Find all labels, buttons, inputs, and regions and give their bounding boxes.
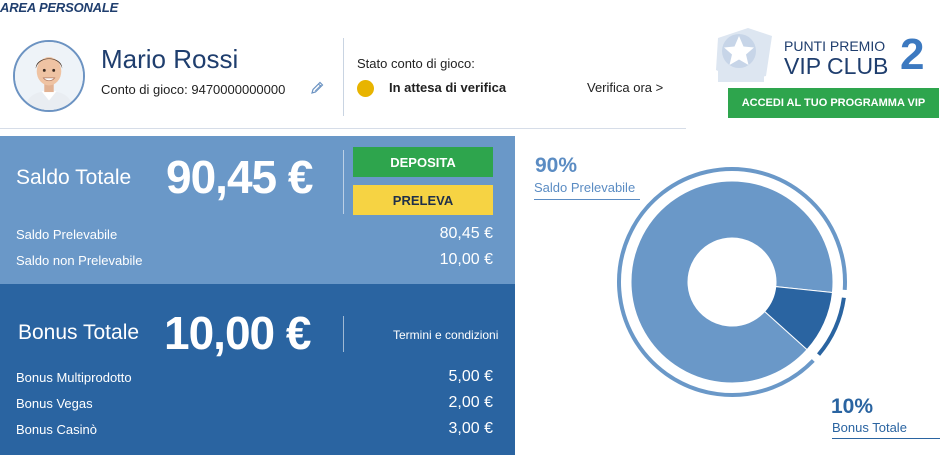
balance-donut-chart: 90% Saldo Prelevabile 10% Bonus Totale: [516, 130, 952, 457]
segment-name-label: Saldo Prelevabile: [534, 180, 636, 195]
bonus-title: Bonus Totale: [18, 321, 140, 344]
user-avatar-image: [15, 42, 83, 110]
bonus-row-value: 5,00 €: [448, 368, 493, 385]
segment-label-underline: [534, 199, 640, 200]
account-number: 9470000000000: [191, 82, 286, 97]
saldo-row-value: 80,45 €: [439, 225, 493, 242]
withdraw-button[interactable]: PRELEVA: [353, 185, 493, 215]
segment-name-label: Bonus Totale: [832, 420, 907, 435]
bonus-row-label: Bonus Casinò: [16, 422, 97, 437]
pencil-icon[interactable]: [309, 80, 325, 96]
status-value: In attesa di verifica: [389, 80, 507, 95]
bonus-amount: 10,00 €: [164, 307, 311, 359]
segment-percent-label: 90%: [535, 154, 578, 177]
bonus-row-label: Bonus Multiprodotto: [16, 370, 132, 385]
segment-percent-label: 10%: [831, 395, 874, 418]
saldo-divider: [343, 150, 344, 214]
segment-label-underline: [832, 438, 940, 439]
donut-segment: [630, 180, 834, 384]
bonus-divider: [343, 316, 344, 352]
vip-points-count: 2: [900, 30, 925, 79]
terms-link[interactable]: Termini e condizioni: [393, 328, 498, 342]
status-dot-icon: [357, 80, 374, 97]
header-divider: [343, 38, 344, 116]
saldo-panel: Saldo Totale 90,45 € DEPOSITA PRELEVA Sa…: [0, 136, 515, 284]
deposit-button[interactable]: DEPOSITA: [353, 147, 493, 177]
page-title: AREA PERSONALE: [0, 0, 119, 15]
status-label: Stato conto di gioco:: [357, 56, 475, 71]
avatar: [13, 40, 85, 112]
user-name: Mario Rossi: [101, 44, 239, 74]
saldo-title: Saldo Totale: [16, 166, 132, 189]
bonus-row-value: 3,00 €: [448, 420, 493, 437]
account-label: Conto di gioco:: [101, 82, 188, 97]
bonus-row-label: Bonus Vegas: [16, 396, 93, 411]
bonus-panel: Bonus Totale 10,00 € Termini e condizion…: [0, 284, 515, 455]
saldo-row-value: 10,00 €: [439, 251, 493, 268]
vip-points-label: PUNTI PREMIO: [784, 38, 886, 54]
account-line: Conto di gioco: 9470000000000: [101, 82, 285, 97]
vip-program-button[interactable]: ACCEDI AL TUO PROGRAMMA VIP: [728, 88, 939, 118]
saldo-row-label: Saldo Prelevabile: [16, 227, 118, 242]
saldo-row-label: Saldo non Prelevabile: [16, 253, 143, 268]
vip-star-badge-icon: [716, 28, 772, 82]
verify-now-link[interactable]: Verifica ora >: [587, 80, 663, 95]
vip-club-label: VIP CLUB: [784, 53, 889, 79]
header-separator: [0, 128, 686, 129]
bonus-row-value: 2,00 €: [448, 394, 493, 411]
saldo-amount: 90,45 €: [166, 151, 313, 203]
